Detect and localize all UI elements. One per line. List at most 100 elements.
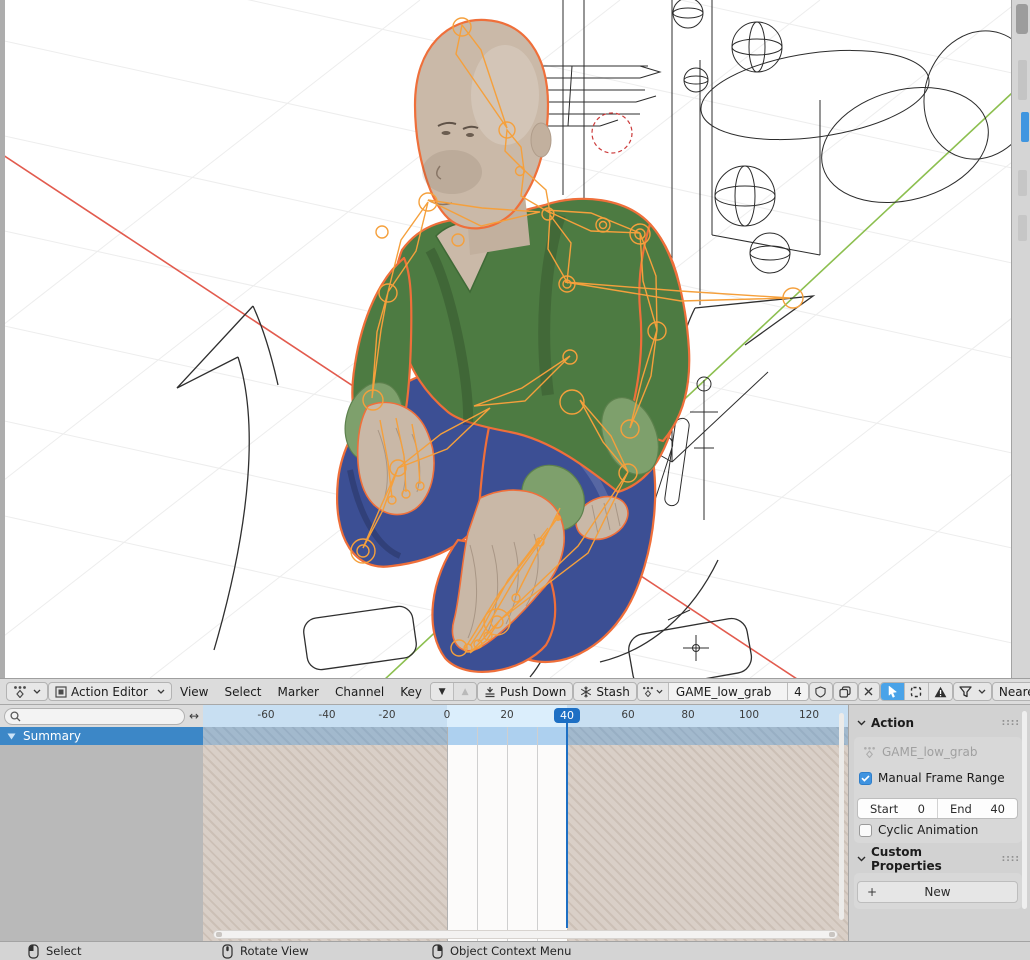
action-panel-header[interactable]: Action ::::: [857, 715, 1020, 731]
mode-label: Action Editor: [71, 685, 148, 699]
scrollbar-handle[interactable]: [216, 932, 222, 937]
status-bar: Select Rotate View Object Context Menu: [0, 941, 1030, 960]
status-hint-select: Select: [28, 942, 81, 960]
search-input[interactable]: [4, 708, 185, 725]
new-button-label: New: [886, 885, 989, 899]
fake-user-button[interactable]: [809, 682, 833, 701]
show-hidden-toggle[interactable]: [904, 683, 928, 700]
viewport-3d[interactable]: [0, 0, 1030, 678]
mouse-right-click-icon: [432, 944, 443, 959]
dope-sheet-header: Action Editor View Select Marker Channel…: [0, 678, 1030, 705]
properties-active-tab: [1021, 112, 1029, 142]
new-action-button[interactable]: [833, 682, 858, 701]
sidebar-scrollbar[interactable]: [1022, 711, 1027, 909]
frame-range-fields: Start 0 End 40: [857, 798, 1018, 819]
filter-toggle-group: [880, 682, 953, 701]
end-label: End: [950, 802, 972, 816]
start-label: Start: [870, 802, 898, 816]
close-icon: [864, 687, 873, 696]
ruler-tick: 80: [681, 709, 694, 721]
vertical-scrollbar[interactable]: [839, 713, 844, 920]
menu-marker[interactable]: Marker: [270, 685, 327, 699]
dope-sheet-sidebar: Action :::: GAME_low_grab Manual Frame R…: [848, 705, 1030, 941]
action-browse-dropdown[interactable]: [638, 683, 668, 700]
frame-gridline: [477, 727, 478, 941]
status-hint-context-menu: Object Context Menu: [432, 942, 571, 960]
cursor-arrow-icon: [887, 685, 898, 698]
action-datablock-group: GAME_low_grab 4: [637, 682, 809, 701]
action-panel-title: Action: [871, 716, 914, 730]
layer-up-button-disabled: ▲: [453, 683, 476, 700]
editor-type-dropdown[interactable]: [6, 682, 48, 701]
menu-view[interactable]: View: [172, 685, 216, 699]
horizontal-scrollbar[interactable]: [213, 930, 838, 939]
chevron-down-icon: [857, 856, 866, 862]
push-down-button[interactable]: Push Down: [477, 682, 573, 701]
cyclic-animation-label: Cyclic Animation: [878, 823, 978, 837]
status-label: Rotate View: [240, 944, 309, 958]
ruler-tick: 20: [500, 709, 513, 721]
playhead-line[interactable]: [566, 722, 568, 928]
end-frame-field[interactable]: End 40: [937, 799, 1017, 818]
ruler-tick: 100: [739, 709, 759, 721]
dopesheet-mode-dropdown[interactable]: Action Editor: [48, 682, 172, 701]
menu-select[interactable]: Select: [216, 685, 269, 699]
mouse-middle-click-icon: [222, 944, 233, 959]
action-icon: [863, 746, 876, 758]
stash-button[interactable]: Stash: [573, 682, 637, 701]
manual-frame-range-row[interactable]: Manual Frame Range: [859, 771, 1005, 785]
frame-range-start-line: [447, 727, 448, 941]
snap-mode-dropdown[interactable]: Nearest F: [992, 682, 1030, 701]
layer-down-button[interactable]: ▼: [431, 683, 453, 700]
channel-summary-row[interactable]: Summary: [0, 727, 203, 745]
expand-collapse-filter-icon[interactable]: ↔: [189, 709, 199, 723]
ruler-tick: 60: [621, 709, 634, 721]
warning-triangle-icon: [934, 686, 947, 698]
new-property-button[interactable]: + New: [857, 881, 1018, 903]
funnel-icon: [959, 686, 972, 698]
mouse-left-click-icon: [28, 944, 39, 959]
cyclic-animation-row[interactable]: Cyclic Animation: [859, 823, 978, 837]
status-label: Select: [46, 944, 81, 958]
menu-key[interactable]: Key: [392, 685, 430, 699]
chevron-down-icon: [33, 689, 41, 694]
stash-label: Stash: [596, 685, 630, 699]
start-frame-field[interactable]: Start 0: [858, 799, 937, 818]
action-users-count[interactable]: 4: [787, 683, 808, 700]
action-editor-mode-icon: [55, 686, 67, 698]
custom-properties-panel-header[interactable]: Custom Properties ::::: [857, 851, 1020, 867]
ruler-tick: -40: [318, 709, 335, 721]
panel-drag-handle[interactable]: ::::: [1002, 718, 1020, 728]
ruler-tick: -20: [378, 709, 395, 721]
action-name-field[interactable]: GAME_low_grab: [668, 683, 787, 700]
unlink-action-button[interactable]: [858, 682, 880, 701]
disclosure-triangle-icon[interactable]: [7, 733, 16, 740]
chevron-down-icon: [857, 720, 866, 726]
frame-gridline: [537, 727, 538, 941]
panel-drag-handle[interactable]: ::::: [1002, 854, 1020, 864]
end-value: 40: [990, 802, 1005, 816]
push-down-label: Push Down: [500, 685, 566, 699]
scrollbar-handle[interactable]: [829, 932, 835, 937]
action-name-row: GAME_low_grab: [863, 745, 977, 759]
only-errors-toggle[interactable]: [928, 683, 952, 700]
menu-channel[interactable]: Channel: [327, 685, 392, 699]
dope-sheet-timeline[interactable]: -60 -40 -20 0 20 60 80 100 120 40: [203, 705, 848, 941]
cyclic-animation-checkbox[interactable]: [859, 824, 872, 837]
ear: [531, 123, 551, 157]
status-label: Object Context Menu: [450, 944, 571, 958]
shield-icon: [815, 686, 826, 698]
dashed-box-icon: [910, 686, 922, 698]
frame-gridline: [507, 727, 508, 941]
chevron-down-icon: [157, 689, 165, 694]
current-frame-badge[interactable]: 40: [554, 708, 580, 723]
chevron-down-icon: [978, 689, 986, 694]
start-value: 0: [918, 802, 925, 816]
filters-dropdown[interactable]: [953, 682, 992, 701]
blender-window: { "viewport": { "colors": { "background"…: [0, 0, 1030, 960]
manual-frame-range-checkbox[interactable]: [859, 772, 872, 785]
only-selected-toggle[interactable]: [881, 683, 904, 700]
search-icon: [10, 711, 21, 722]
dope-sheet-channel-panel: ↔ Summary: [0, 705, 203, 941]
channel-list-empty-area[interactable]: [0, 745, 203, 941]
